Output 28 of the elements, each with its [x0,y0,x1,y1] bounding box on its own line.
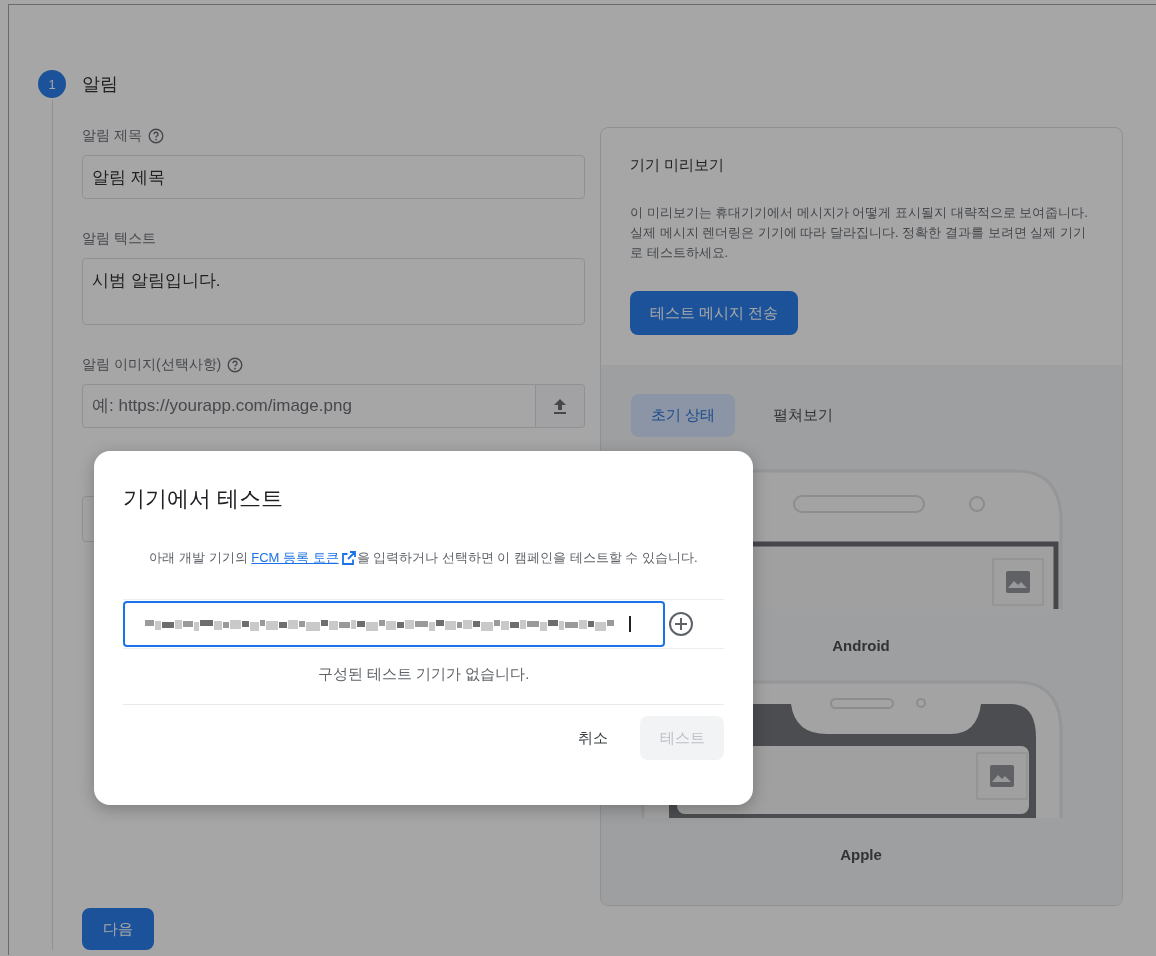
dialog-button[interactable]: 취소 [560,716,626,760]
empty-message: 구성된 테스트 기기가 없습니다. [123,649,724,705]
help-icon [147,128,164,144]
field-label: 알림 이미지(선택사항) [82,356,222,374]
device-label: Android [832,637,890,654]
preview-tab[interactable]: 펼쳐보기 [753,394,854,437]
step-number: 1 [38,70,66,98]
preview-tab[interactable]: 초기 상태 [631,394,736,437]
next-button[interactable]: 다음 [82,908,154,950]
text-area[interactable]: 시범 알림입니다. [82,258,585,325]
send-test-button[interactable]: 테스트 메시지 전송 [630,291,799,335]
dialog-title: 기기에서 테스트 [123,485,285,513]
preview-title: 기기 미리보기 [630,156,726,175]
external-link-icon [340,550,357,566]
help-icon [227,357,244,373]
upload-icon [551,397,569,415]
add-icon [668,611,694,637]
url-field[interactable]: 예: https://yourapp.com/image.png [82,384,536,428]
preview-description: 이 미리보기는 휴대기기에서 메시지가 어떻게 표시될지 대략적으로 보여줍니다. 실제 메시지 렌더링은 기기에 따라 달라집니다. 정확한 결과를 보려면 실제 기기로 테스트하세요. [630,204,1089,262]
text-field[interactable]: 알림 제목 [82,155,585,199]
dialog-description: 아래 개발 기기의 FCM 등록 토큰 을 입력하거나 선택하면 이 캠페인을 테스트할 수 있습니다. [148,549,699,567]
device-label: Apple [840,846,882,863]
upload-button[interactable] [536,384,585,428]
token-input-field[interactable] [123,601,665,647]
field-label: 알림 제목 [82,127,142,145]
fcm-token-link[interactable]: FCM 등록 토큰 [251,549,357,567]
field-label: 알림 텍스트 [82,230,156,248]
step-title: 알림 [82,73,118,96]
